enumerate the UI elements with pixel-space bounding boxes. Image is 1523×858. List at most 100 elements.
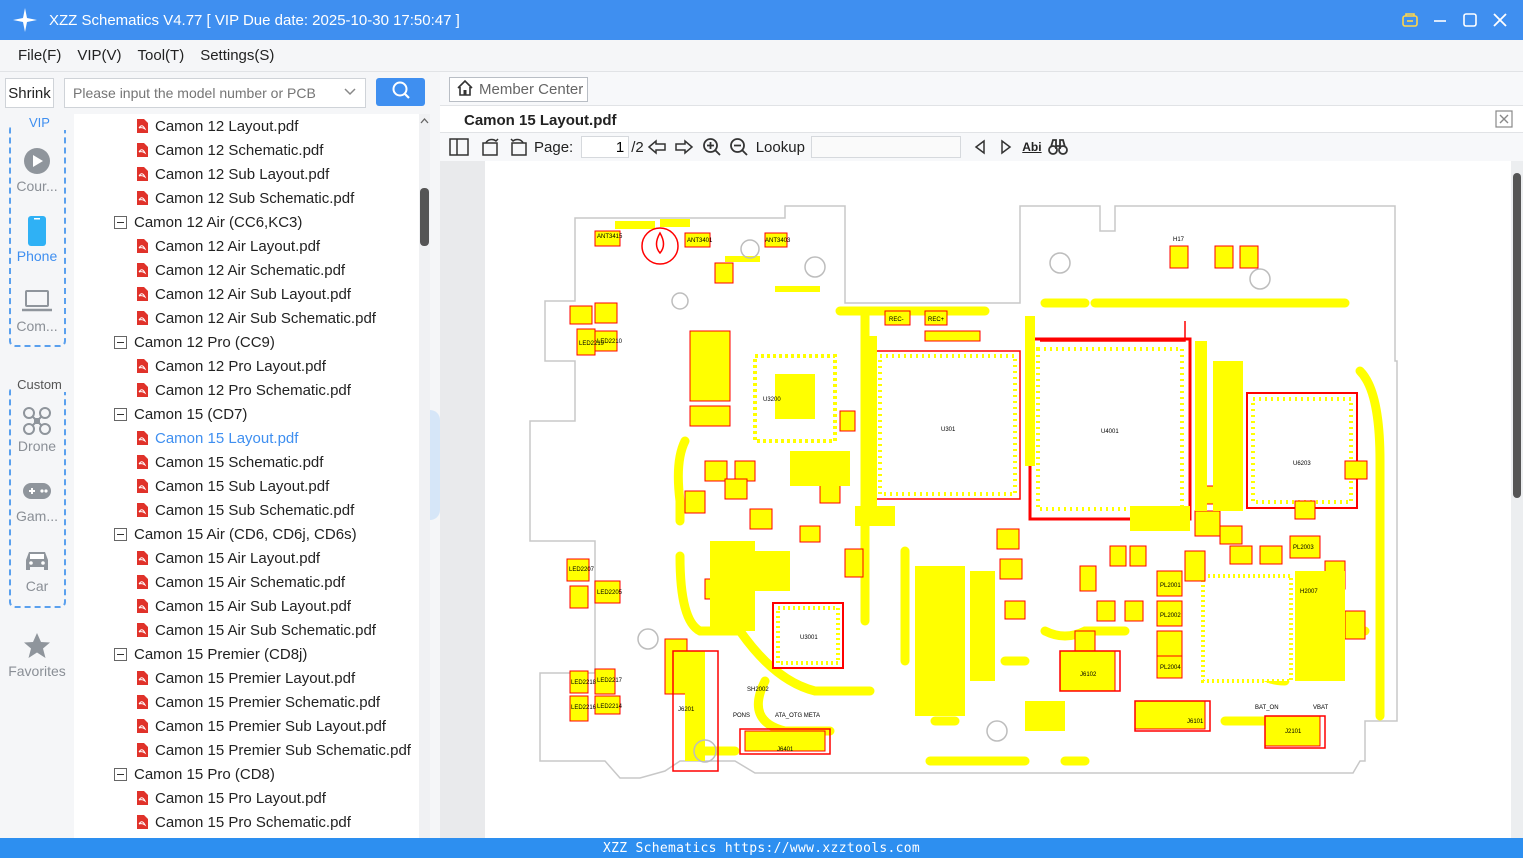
tree-file[interactable]: Camon 12 Sub Schematic.pdf [136, 186, 354, 210]
sidebar-item-label: Favorites [8, 663, 66, 679]
shrink-button[interactable]: Shrink [5, 78, 54, 108]
tree-file[interactable]: Camon 12 Air Schematic.pdf [136, 258, 345, 282]
tree-file[interactable]: Camon 15 Sub Schematic.pdf [136, 498, 354, 522]
sidebar-item-drone[interactable]: Drone [0, 404, 74, 454]
tree-file[interactable]: Camon 12 Layout.pdf [136, 114, 298, 138]
tree-folder[interactable]: Camon 12 Pro (CC9) [114, 330, 275, 354]
close-tab-icon[interactable] [1495, 110, 1513, 133]
scroll-thumb[interactable] [420, 188, 429, 246]
tree-item-label: Camon 12 Air Layout.pdf [155, 237, 321, 255]
tree-file[interactable]: Camon 15 Air Sub Layout.pdf [136, 594, 351, 618]
scroll-thumb[interactable] [1513, 173, 1521, 498]
maximize-icon[interactable] [1455, 0, 1485, 40]
category-sidebar: VIP Custom Cour... Phone Com... Drone Ga… [0, 114, 74, 838]
page-number-input[interactable] [581, 136, 630, 158]
viewer-scrollbar[interactable] [1511, 161, 1523, 838]
chevron-down-icon[interactable] [343, 85, 357, 104]
viewer-toolbar: Page: /2 Lookup Abi [440, 133, 1523, 161]
tree-item-label: Camon 15 Premier Layout.pdf [155, 669, 356, 687]
lookup-input[interactable] [810, 136, 961, 158]
menu-settings[interactable]: Settings(S) [200, 47, 274, 64]
tree-file[interactable]: Camon 15 Premier Sub Schematic.pdf [136, 738, 411, 762]
tree-file[interactable]: Camon 15 Pro Schematic.pdf [136, 810, 351, 834]
match-case-button[interactable]: Abi [1019, 133, 1045, 161]
tree-file[interactable]: Camon 15 Air Layout.pdf [136, 546, 320, 570]
collapse-icon[interactable] [114, 215, 127, 229]
rotate-left-icon[interactable] [478, 133, 504, 161]
tree-file[interactable]: Camon 15 Premier Sub Layout.pdf [136, 714, 386, 738]
rotate-right-icon[interactable] [504, 133, 532, 161]
tree-file[interactable]: Camon 15 Premier Schematic.pdf [136, 690, 380, 714]
tree-item-label: Camon 12 Air Sub Layout.pdf [155, 285, 351, 303]
sidebar-item-courses[interactable]: Cour... [0, 144, 74, 194]
sidebar-item-computer[interactable]: Com... [0, 284, 74, 334]
tree-file[interactable]: Camon 12 Air Sub Schematic.pdf [136, 306, 376, 330]
tab-camon-15-layout[interactable]: Camon 15 Layout.pdf [452, 107, 629, 133]
left-panel: Shrink VIP Custom Cour... Phone [0, 72, 440, 838]
member-center-label: Member Center [479, 81, 584, 98]
tree-file[interactable]: Camon 12 Air Sub Layout.pdf [136, 282, 351, 306]
menu-tool[interactable]: Tool(T) [138, 47, 185, 64]
tree-folder[interactable]: Camon 15 Pro (CD8) [114, 762, 275, 786]
tree-file[interactable]: Camon 12 Schematic.pdf [136, 138, 323, 162]
sidebar-item-favorites[interactable]: Favorites [0, 629, 74, 679]
zoom-in-icon[interactable] [698, 133, 726, 161]
close-icon[interactable] [1485, 0, 1515, 40]
star-icon [0, 629, 74, 663]
board-label: SH2002 [747, 687, 769, 693]
pdf-file-icon [136, 743, 148, 757]
sidebar-item-car[interactable]: Car [0, 544, 74, 594]
sidebar-item-game[interactable]: Gam... [0, 474, 74, 524]
tree-file[interactable]: Camon 15 Schematic.pdf [136, 450, 323, 474]
custom-group-label: Custom [11, 377, 68, 392]
search-input[interactable] [73, 85, 333, 101]
tree-file[interactable]: Camon 12 Sub Layout.pdf [136, 162, 329, 186]
model-search-box[interactable] [64, 78, 366, 108]
tree-item-label: Camon 12 Schematic.pdf [155, 141, 324, 159]
tree-file[interactable]: Camon 15 Sub Layout.pdf [136, 474, 329, 498]
tree-file[interactable]: Camon 15 Pro Layout.pdf [136, 786, 326, 810]
pdf-viewer[interactable]: U301 U4001 U6203 U3200 U3001 H2007 J6101… [440, 161, 1523, 838]
binoculars-icon[interactable] [1045, 133, 1071, 161]
tree-scrollbar[interactable] [419, 114, 430, 838]
tree-file[interactable]: Camon 12 Pro Schematic.pdf [136, 378, 351, 402]
collapse-icon[interactable] [114, 335, 127, 349]
find-previous-icon[interactable] [967, 133, 993, 161]
tree-folder[interactable]: Camon 15 Premier (CD8j) [114, 642, 307, 666]
next-page-icon[interactable] [670, 133, 698, 161]
collapse-icon[interactable] [114, 407, 127, 421]
board-label: J6101 [1187, 719, 1204, 725]
find-next-icon[interactable] [993, 133, 1019, 161]
tree-folder[interactable]: Camon 12 Air (CC6,KC3) [114, 210, 302, 234]
previous-page-icon[interactable] [644, 133, 670, 161]
zoom-out-icon[interactable] [726, 133, 752, 161]
sidebar-item-phone[interactable]: Phone [0, 214, 74, 264]
sidebar-toggle-icon[interactable] [440, 133, 478, 161]
vip-badge-icon[interactable] [1395, 0, 1425, 40]
search-button[interactable] [376, 78, 425, 106]
tree-item-label: Camon 12 Air Schematic.pdf [155, 261, 346, 279]
tree-file[interactable]: Camon 12 Pro Layout.pdf [136, 354, 326, 378]
menu-file[interactable]: File(F) [18, 47, 61, 64]
tree-file[interactable]: Camon 15 Air Sub Schematic.pdf [136, 618, 376, 642]
member-bar: Member Center [440, 72, 1523, 106]
search-icon [391, 80, 411, 105]
pdf-file-icon [136, 623, 148, 637]
status-bar: XZZ Schematics https://www.xzztools.com [0, 838, 1523, 858]
minimize-icon[interactable] [1425, 0, 1455, 40]
board-label: PL2001 [1160, 583, 1181, 589]
tree-file[interactable]: Camon 15 Air Schematic.pdf [136, 570, 345, 594]
member-center-button[interactable]: Member Center [449, 77, 588, 102]
collapse-icon[interactable] [114, 647, 127, 661]
tree-folder[interactable]: Camon 15 (CD7) [114, 402, 247, 426]
panel-splitter[interactable] [430, 410, 440, 520]
menu-vip[interactable]: VIP(V) [77, 47, 121, 64]
collapse-icon[interactable] [114, 527, 127, 541]
tree-file[interactable]: Camon 12 Air Layout.pdf [136, 234, 320, 258]
tree-file[interactable]: Camon 15 Premier Layout.pdf [136, 666, 355, 690]
tree-file[interactable]: Camon 15 Layout.pdf [136, 426, 298, 450]
board-label: U301 [941, 427, 956, 433]
tab-label: Camon 15 Layout.pdf [464, 111, 617, 129]
collapse-icon[interactable] [114, 767, 127, 781]
tree-folder[interactable]: Camon 15 Air (CD6, CD6j, CD6s) [114, 522, 357, 546]
